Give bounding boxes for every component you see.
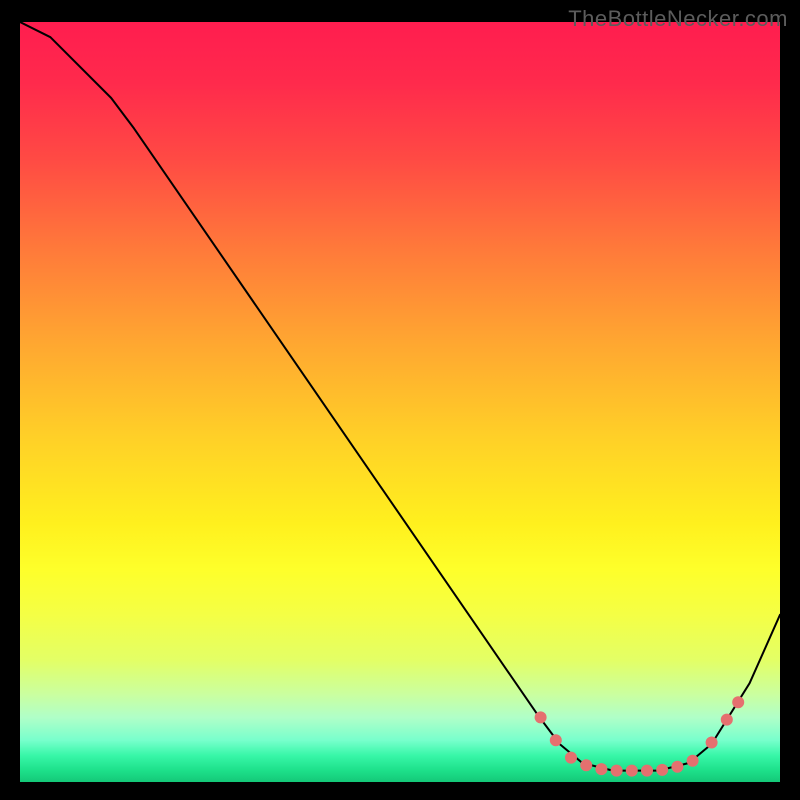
curve-point xyxy=(595,763,607,775)
curve-point xyxy=(641,765,653,777)
curve-point xyxy=(626,765,638,777)
curve-point xyxy=(580,759,592,771)
curve-highlight-points xyxy=(20,22,780,782)
curve-point xyxy=(611,765,623,777)
watermark-text: TheBottleNecker.com xyxy=(568,6,788,32)
curve-point xyxy=(656,764,668,776)
curve-point xyxy=(535,711,547,723)
curve-point xyxy=(687,755,699,767)
curve-point xyxy=(706,736,718,748)
chart-frame: TheBottleNecker.com xyxy=(0,0,800,800)
curve-point xyxy=(671,761,683,773)
curve-point xyxy=(732,696,744,708)
curve-point xyxy=(550,734,562,746)
curve-point xyxy=(721,714,733,726)
plot-area xyxy=(20,22,780,782)
curve-point xyxy=(565,752,577,764)
